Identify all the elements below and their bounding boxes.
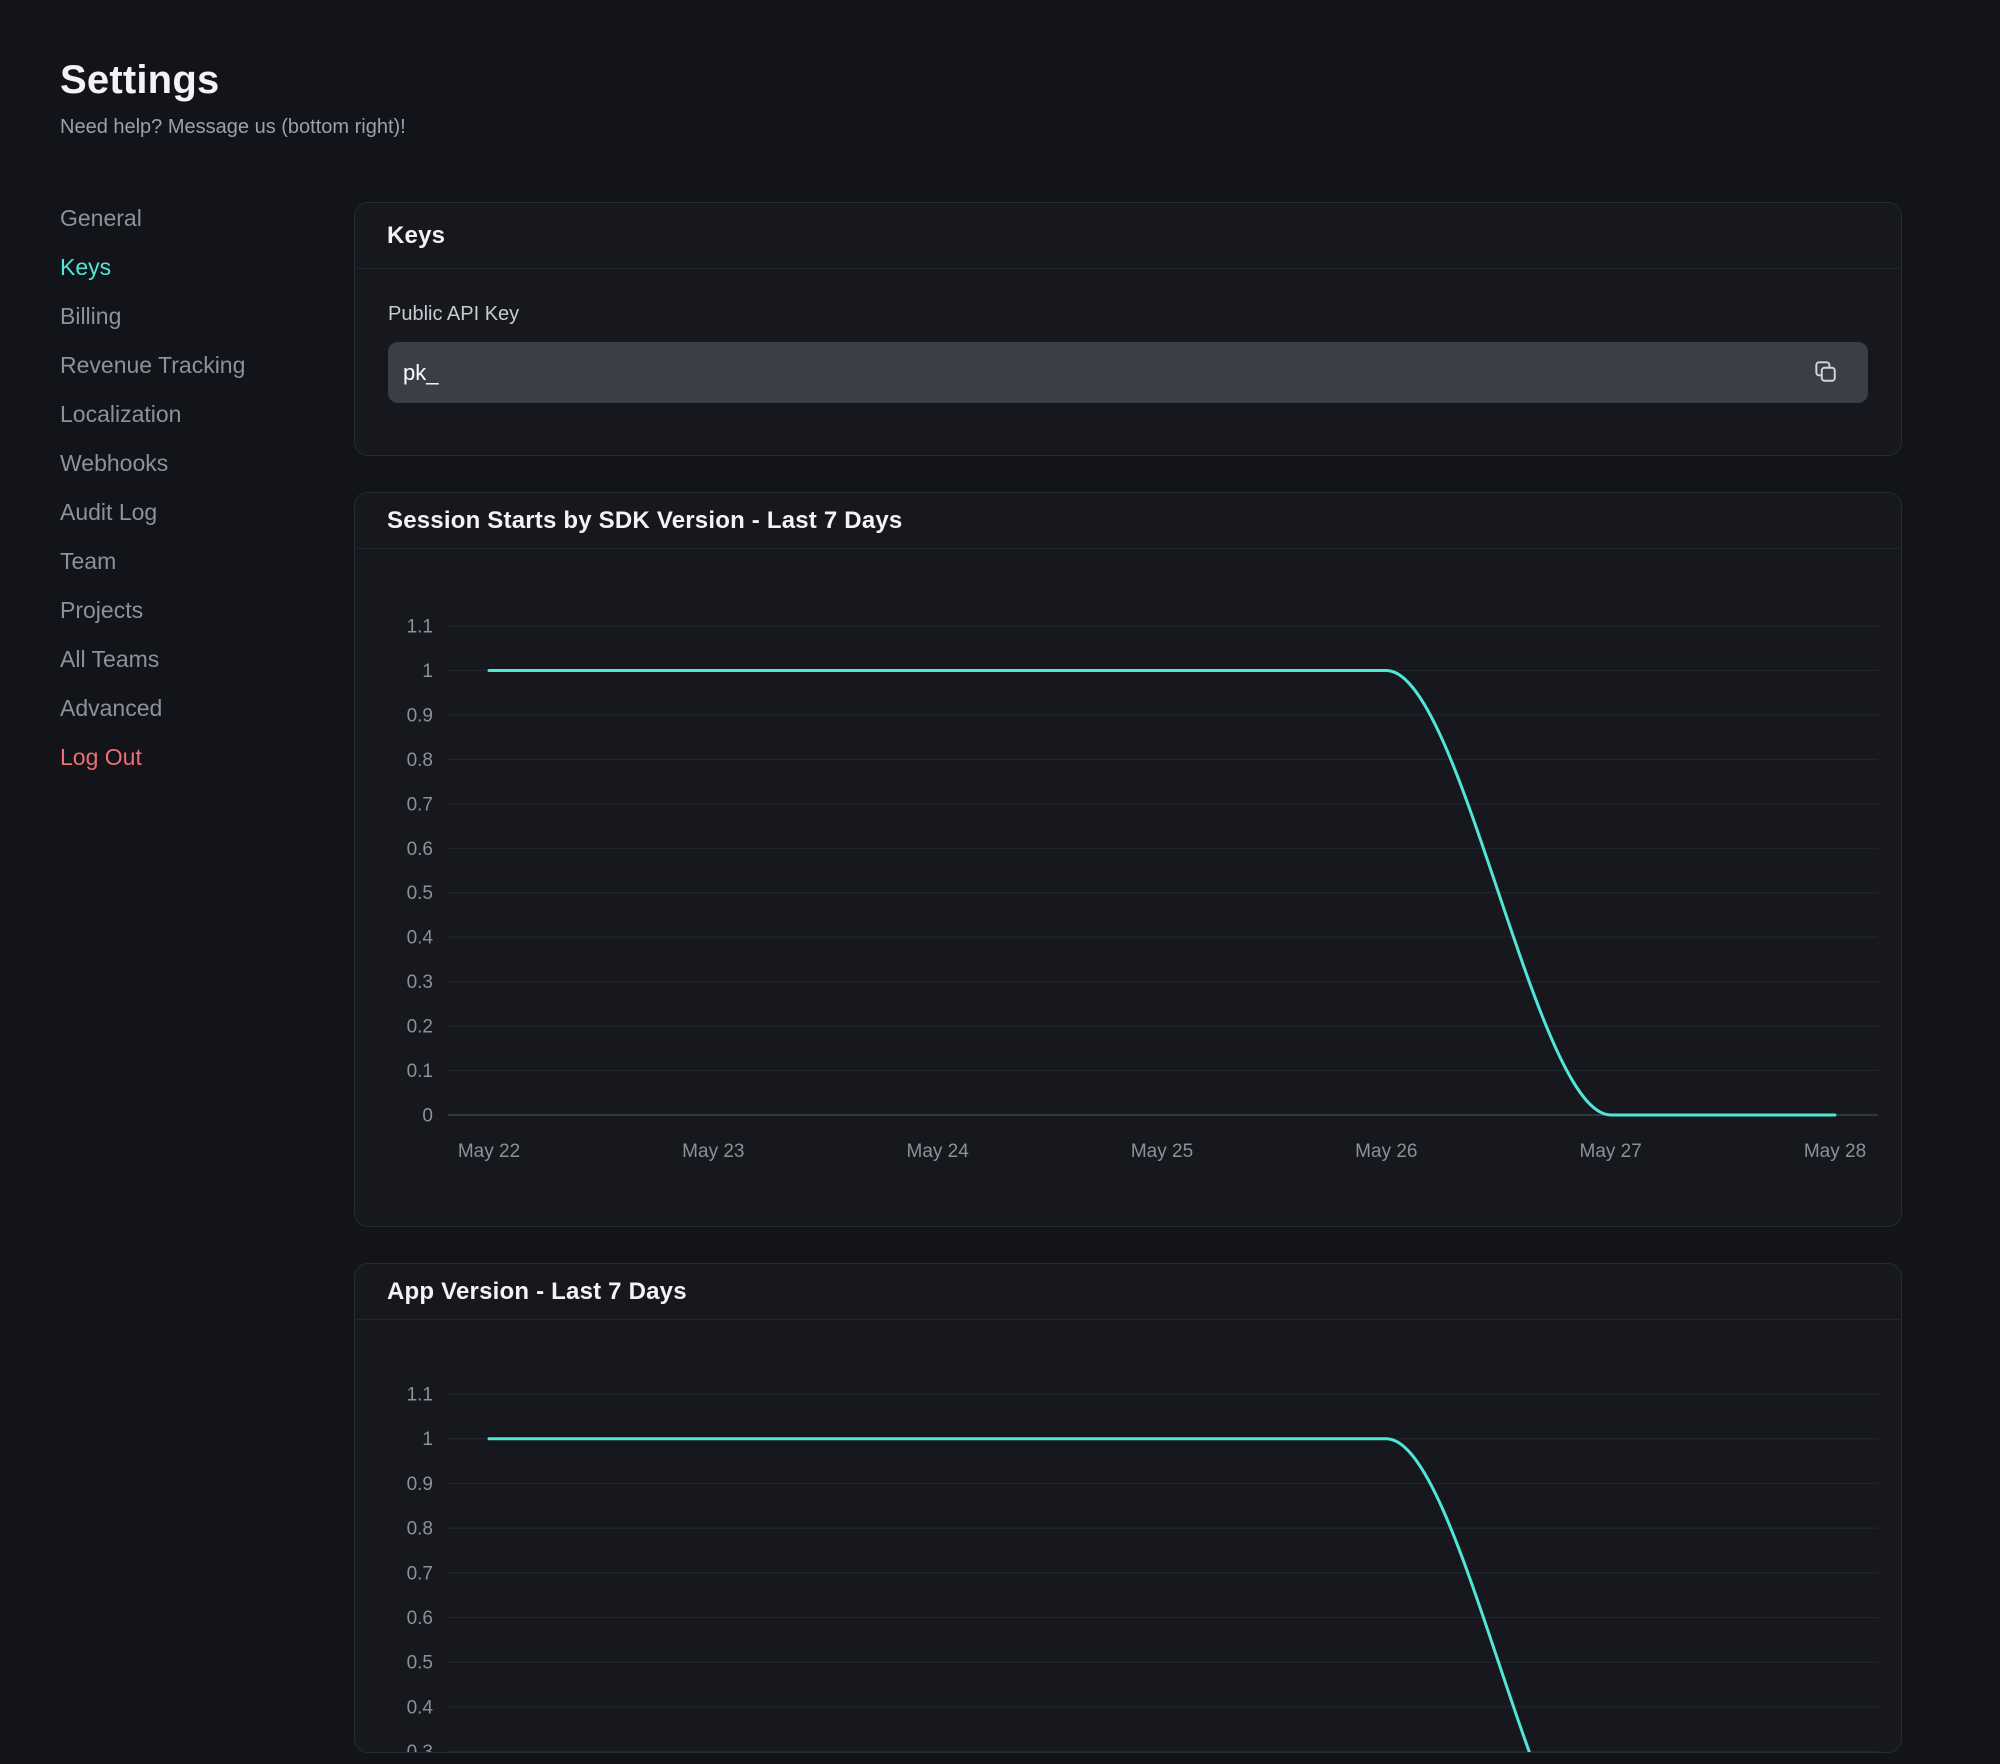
app-version-chart-card: App Version - Last 7 Days 1.1 1 0.9 0.8 0.7 0… [354, 1263, 1902, 1753]
app-chart-title: App Version - Last 7 Days [387, 1278, 687, 1306]
sidebar-item-billing[interactable]: Billing [60, 292, 354, 341]
sidebar-item-localization[interactable]: Localization [60, 390, 354, 439]
svg-text:0.1: 0.1 [407, 1061, 433, 1082]
public-api-key-label: Public API Key [388, 303, 1868, 326]
svg-text:1: 1 [422, 661, 433, 682]
svg-text:0.4: 0.4 [407, 1697, 434, 1718]
svg-text:0.2: 0.2 [407, 1017, 433, 1038]
keys-card: Keys Public API Key [354, 202, 1902, 456]
chart-canvas: 1.110.90.80.70.60.50.40.30.20.10 [355, 1320, 1902, 1752]
sidebar-item-team[interactable]: Team [60, 537, 354, 586]
svg-text:0.5: 0.5 [407, 883, 433, 904]
svg-text:0.3: 0.3 [407, 972, 433, 993]
sidebar-item-all-teams[interactable]: All Teams [60, 635, 354, 684]
svg-text:0.7: 0.7 [407, 794, 433, 815]
keys-card-header: Keys [355, 203, 1901, 269]
svg-text:0.5: 0.5 [407, 1653, 433, 1674]
keys-card-title: Keys [387, 222, 445, 250]
sidebar-item-advanced[interactable]: Advanced [60, 684, 354, 733]
public-api-key-field-wrap [388, 342, 1868, 403]
help-subtitle: Need help? Message us (bottom right)! [60, 116, 1902, 139]
svg-text:May 26: May 26 [1355, 1141, 1417, 1162]
sidebar-item-webhooks[interactable]: Webhooks [60, 439, 354, 488]
sdk-chart-header: Session Starts by SDK Version - Last 7 D… [355, 493, 1901, 549]
svg-text:May 27: May 27 [1580, 1141, 1642, 1162]
app-version-chart: 1.110.90.80.70.60.50.40.30.20.10 [355, 1320, 1902, 1752]
svg-text:1.1: 1.1 [407, 1385, 433, 1406]
svg-text:0.4: 0.4 [407, 928, 434, 949]
svg-text:May 24: May 24 [907, 1141, 970, 1162]
sidebar-menu: General Keys Billing Revenue Tracking Lo… [60, 194, 354, 782]
chart-canvas: 1.1 1 0.9 0.8 0.7 0.6 0.5 0.4 0.3 0.2 0.1 0 May 22 Ma… [355, 549, 1902, 1226]
sidebar-item-projects[interactable]: Projects [60, 586, 354, 635]
svg-text:0.3: 0.3 [407, 1742, 433, 1752]
svg-text:0.6: 0.6 [407, 839, 433, 860]
svg-text:0.8: 0.8 [407, 750, 433, 771]
page-title: Settings [60, 56, 1902, 104]
sdk-version-chart: 1.1 1 0.9 0.8 0.7 0.6 0.5 0.4 0.3 0.2 0.1 0 May 22 Ma… [355, 549, 1902, 1226]
svg-text:0: 0 [422, 1105, 433, 1126]
main-panel: Keys Public API Key [354, 194, 1902, 1764]
sdk-chart-title: Session Starts by SDK Version - Last 7 D… [387, 507, 902, 535]
svg-text:1: 1 [422, 1429, 433, 1450]
svg-text:May 23: May 23 [682, 1141, 744, 1162]
sdk-version-chart-card: Session Starts by SDK Version - Last 7 D… [354, 492, 1902, 1227]
sidebar-item-audit-log[interactable]: Audit Log [60, 488, 354, 537]
svg-text:0.9: 0.9 [407, 1474, 433, 1495]
svg-text:0.8: 0.8 [407, 1519, 433, 1540]
sidebar-item-log-out[interactable]: Log Out [60, 733, 354, 782]
sidebar-item-revenue-tracking[interactable]: Revenue Tracking [60, 341, 354, 390]
svg-text:1.1: 1.1 [407, 617, 433, 638]
svg-text:0.7: 0.7 [407, 1563, 433, 1584]
app-chart-header: App Version - Last 7 Days [355, 1264, 1901, 1320]
sidebar-item-general[interactable]: General [60, 194, 354, 243]
svg-text:0.9: 0.9 [407, 705, 433, 726]
svg-text:0.6: 0.6 [407, 1608, 433, 1629]
svg-text:May 28: May 28 [1804, 1141, 1866, 1162]
sidebar-item-keys[interactable]: Keys [60, 243, 354, 292]
svg-text:May 22: May 22 [458, 1141, 520, 1162]
keys-card-body: Public API Key [355, 269, 1901, 455]
settings-page: Settings Need help? Message us (bottom r… [0, 0, 2000, 1764]
page-header: Settings Need help? Message us (bottom r… [60, 56, 1902, 139]
copy-api-key-button[interactable] [1810, 358, 1840, 388]
settings-sidebar: General Keys Billing Revenue Tracking Lo… [60, 194, 354, 782]
content: General Keys Billing Revenue Tracking Lo… [60, 194, 1902, 1764]
copy-icon [1812, 358, 1838, 387]
svg-text:May 25: May 25 [1131, 1141, 1193, 1162]
public-api-key-input[interactable] [388, 342, 1868, 403]
